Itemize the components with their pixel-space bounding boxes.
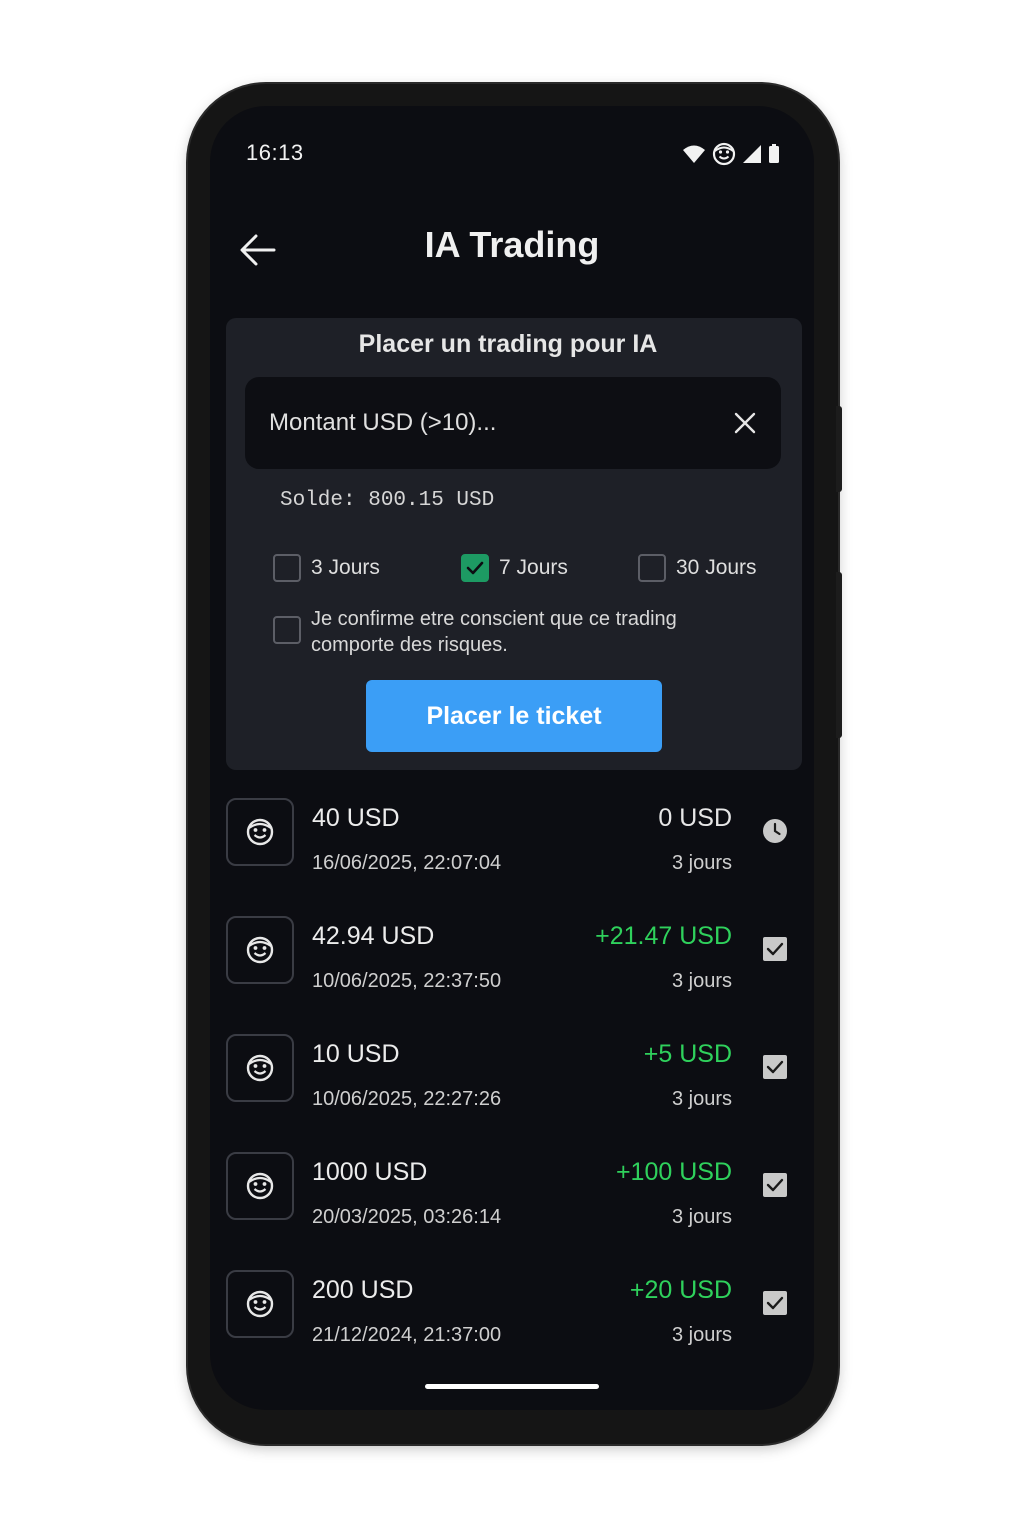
trade-date: 21/12/2024, 21:37:00 xyxy=(312,1324,502,1346)
form-title: Placer un trading pour IA xyxy=(358,330,658,358)
trade-row[interactable]: 42.94 USD 10/06/2025, 22:37:50 +21.47 US… xyxy=(210,912,814,1022)
power-button xyxy=(836,572,842,738)
risk-confirmation[interactable]: Je confirme etre conscient que ce tradin… xyxy=(273,606,753,658)
checkbox-checked-icon xyxy=(763,1055,787,1079)
checkmark-icon xyxy=(466,561,484,575)
duration-label: 7 Jours xyxy=(499,556,568,579)
risk-confirm-checkbox[interactable] xyxy=(273,616,301,644)
trade-icon xyxy=(226,1152,294,1220)
duration-checkbox-3[interactable] xyxy=(273,554,301,582)
trade-row[interactable]: 200 USD 21/12/2024, 21:37:00 +20 USD 3 j… xyxy=(210,1266,814,1376)
trade-amount: 40 USD xyxy=(312,804,400,832)
close-icon xyxy=(734,412,756,434)
trade-amount: 10 USD xyxy=(312,1040,400,1068)
app-screen: 16:13 IA Trading Placer un trading pour … xyxy=(210,106,814,1410)
duration-option-3[interactable]: 3 Jours xyxy=(273,554,380,582)
trade-profit: +20 USD xyxy=(629,1276,732,1304)
clock-icon xyxy=(763,819,787,843)
face-icon xyxy=(246,1290,274,1318)
face-icon xyxy=(246,818,274,846)
battery-icon xyxy=(769,144,779,163)
status-time: 16:13 xyxy=(246,140,304,165)
trade-date: 10/06/2025, 22:37:50 xyxy=(312,970,502,992)
face-icon xyxy=(246,936,274,964)
place-ticket-button[interactable]: Placer le ticket xyxy=(366,680,662,752)
trade-profit: +100 USD xyxy=(615,1158,732,1186)
duration-label: 30 Jours xyxy=(676,556,757,579)
trade-duration: 3 jours xyxy=(671,1206,732,1228)
face-icon xyxy=(246,1172,274,1200)
trade-profit: +5 USD xyxy=(643,1040,732,1068)
checkbox-checked-icon xyxy=(763,1173,787,1197)
checkbox-checked-icon xyxy=(763,1291,787,1315)
duration-option-30[interactable]: 30 Jours xyxy=(638,554,757,582)
signal-icon xyxy=(743,145,761,163)
trade-row[interactable]: 1000 USD 20/03/2025, 03:26:14 +100 USD 3… xyxy=(210,1148,814,1258)
trade-profit: 0 USD xyxy=(658,804,732,832)
trade-duration: 3 jours xyxy=(671,852,732,874)
home-indicator[interactable] xyxy=(425,1384,599,1389)
face-icon xyxy=(712,142,736,166)
trade-amount: 42.94 USD xyxy=(312,922,435,950)
trade-profit: +21.47 USD xyxy=(595,922,732,950)
risk-confirm-label: Je confirme etre conscient que ce tradin… xyxy=(311,608,677,656)
trade-icon xyxy=(226,798,294,866)
duration-checkbox-30[interactable] xyxy=(638,554,666,582)
trade-row[interactable]: 10 USD 10/06/2025, 22:27:26 +5 USD 3 jou… xyxy=(210,1030,814,1140)
trade-form-card: Placer un trading pour IA Solde: 800.15 … xyxy=(226,318,802,770)
trade-amount: 1000 USD xyxy=(312,1158,428,1186)
clear-input-button[interactable] xyxy=(731,409,759,437)
trade-icon xyxy=(226,1270,294,1338)
volume-button xyxy=(836,406,842,492)
trade-duration: 3 jours xyxy=(671,1088,732,1110)
trade-duration: 3 jours xyxy=(671,1324,732,1346)
trade-date: 16/06/2025, 22:07:04 xyxy=(312,852,502,874)
trade-row[interactable]: 40 USD 16/06/2025, 22:07:04 0 USD 3 jour… xyxy=(210,794,814,904)
status-icons xyxy=(682,142,780,166)
amount-input[interactable] xyxy=(269,403,709,443)
face-icon xyxy=(246,1054,274,1082)
checkbox-checked-icon xyxy=(763,937,787,961)
trade-icon xyxy=(226,1034,294,1102)
trade-duration: 3 jours xyxy=(671,970,732,992)
duration-label: 3 Jours xyxy=(311,556,380,579)
duration-option-7[interactable]: 7 Jours xyxy=(461,554,568,582)
trade-amount: 200 USD xyxy=(312,1276,414,1304)
trade-date: 10/06/2025, 22:27:26 xyxy=(312,1088,502,1110)
duration-checkbox-7[interactable] xyxy=(461,554,489,582)
trade-icon xyxy=(226,916,294,984)
wifi-icon xyxy=(683,145,705,163)
amount-field xyxy=(245,377,781,469)
trade-date: 20/03/2025, 03:26:14 xyxy=(312,1206,502,1228)
page-title: IA Trading xyxy=(424,224,600,265)
balance-text: Solde: 800.15 USD xyxy=(280,489,495,512)
